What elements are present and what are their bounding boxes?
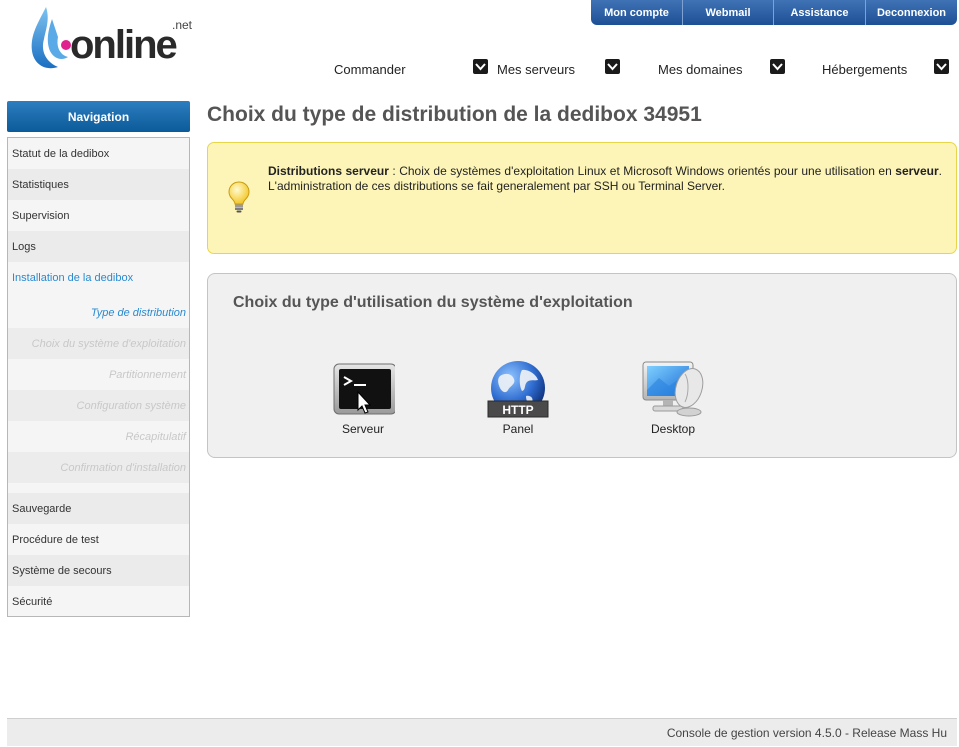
- choice-panel-label[interactable]: Panel: [473, 422, 563, 436]
- webmail-link[interactable]: Webmail: [683, 0, 774, 25]
- sidebar-item-backup[interactable]: Sauvegarde: [8, 493, 189, 524]
- menu-servers[interactable]: Mes serveurs: [497, 58, 627, 80]
- menu-commander[interactable]: Commander: [334, 58, 488, 80]
- info-box: Distributions serveur : Choix de système…: [207, 142, 957, 254]
- svg-text:online: online: [70, 23, 177, 67]
- info-strong-word: serveur: [895, 164, 939, 178]
- svg-text:.net: .net: [172, 18, 193, 32]
- logout-link[interactable]: Deconnexion: [866, 0, 957, 25]
- info-strong-label: Distributions serveur: [268, 164, 389, 178]
- sidebar-item-rescue-system[interactable]: Système de secours: [8, 555, 189, 586]
- chevron-down-icon[interactable]: [770, 59, 785, 74]
- info-text-part1: : Choix de systèmes d'exploitation Linux…: [388, 164, 896, 178]
- sidebar-subitem-partitioning: Partitionnement: [108, 368, 186, 381]
- menu-domains-label: Mes domaines: [658, 61, 743, 77]
- sidebar-item-dedibox-status[interactable]: Statut de la dedibox: [8, 138, 189, 169]
- menu-hosting[interactable]: Hébergements: [822, 58, 956, 80]
- choice-panel[interactable]: HTTP Panel: [473, 360, 563, 436]
- online-logo[interactable]: online .net: [30, 5, 200, 75]
- page-title: Choix du type de distribution de la dedi…: [207, 103, 702, 126]
- assistance-link[interactable]: Assistance: [774, 0, 866, 25]
- sidebar-item-logs[interactable]: Logs: [8, 231, 189, 262]
- sidebar-subitem-summary: Récapitulatif: [125, 430, 186, 443]
- sidebar-subitem-system-config: Configuration système: [8, 390, 189, 421]
- sidebar-subitem-install-confirmation: Confirmation d'installation: [8, 452, 189, 483]
- chevron-down-icon[interactable]: [473, 59, 488, 74]
- choice-title: Choix du type d'utilisation du système d…: [233, 294, 633, 311]
- choice-desktop-label[interactable]: Desktop: [628, 422, 718, 436]
- choice-server[interactable]: Serveur: [318, 360, 408, 436]
- account-menu: Mon compte Webmail Assistance Deconnexio…: [591, 0, 957, 25]
- chevron-down-icon[interactable]: [605, 59, 620, 74]
- sidebar-subitem-os-choice: Choix du système d'exploitation: [8, 328, 189, 359]
- footer: Console de gestion version 4.5.0 - Relea…: [7, 718, 957, 746]
- lightbulb-icon: [228, 181, 250, 216]
- info-text: Distributions serveur : Choix de système…: [268, 164, 942, 194]
- navigation-header: Navigation: [7, 101, 190, 132]
- sidebar-item-statistics[interactable]: Statistiques: [8, 169, 189, 200]
- http-globe-icon[interactable]: HTTP: [486, 360, 550, 418]
- sidebar-item-supervision[interactable]: Supervision: [8, 200, 189, 231]
- chevron-down-icon[interactable]: [934, 59, 949, 74]
- choice-desktop[interactable]: Desktop: [628, 360, 718, 436]
- menu-domains[interactable]: Mes domaines: [658, 58, 788, 80]
- sidebar-subitem-distribution-type[interactable]: Type de distribution: [8, 297, 189, 328]
- choice-server-label[interactable]: Serveur: [318, 422, 408, 436]
- svg-text:HTTP: HTTP: [502, 403, 533, 417]
- my-account-link[interactable]: Mon compte: [591, 0, 683, 25]
- main-menu: Commander Mes serveurs Mes domaines Hébe…: [300, 58, 959, 80]
- sidebar-item-installation[interactable]: Installation de la dedibox: [8, 262, 189, 293]
- footer-version-text: Console de gestion version 4.5.0 - Relea…: [666, 725, 947, 740]
- menu-servers-label: Mes serveurs: [497, 61, 576, 77]
- menu-commander-label: Commander: [334, 61, 406, 77]
- sidebar-item-security[interactable]: Sécurité: [8, 586, 189, 617]
- os-usage-choice-panel: Choix du type d'utilisation du système d…: [207, 273, 957, 458]
- sidebar-item-test-procedure[interactable]: Procédure de test: [8, 524, 189, 555]
- menu-hosting-label: Hébergements: [822, 61, 908, 77]
- desktop-monitor-icon[interactable]: [641, 360, 705, 418]
- sidebar-nav: Statut de la dedibox Statistiques Superv…: [7, 137, 190, 617]
- terminal-icon[interactable]: [331, 360, 395, 418]
